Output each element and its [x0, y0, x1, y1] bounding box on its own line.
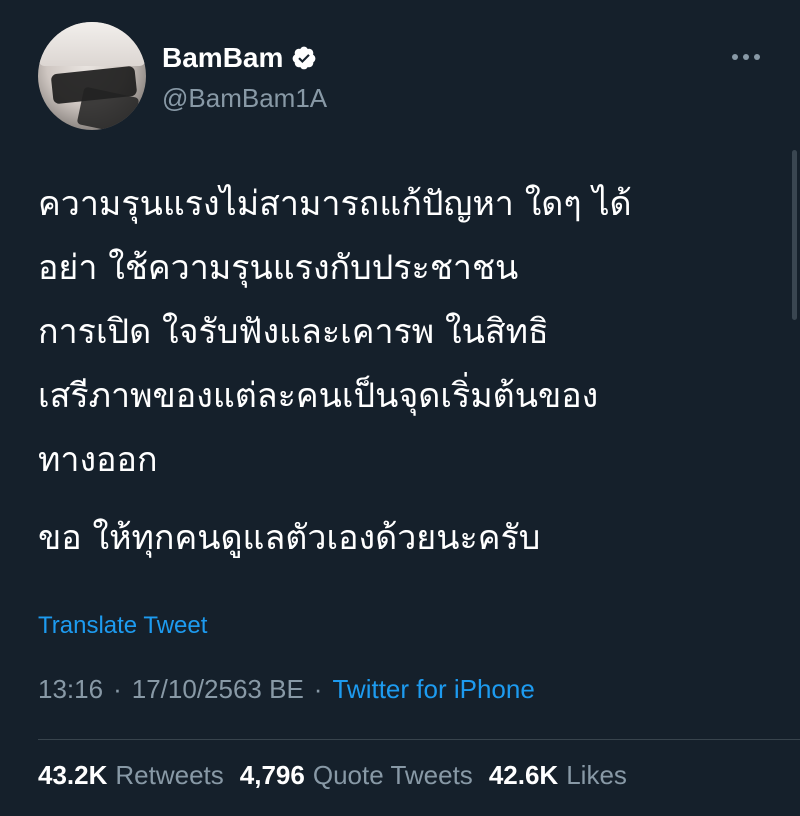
- more-options-icon[interactable]: [724, 44, 768, 70]
- display-name[interactable]: BamBam: [162, 40, 283, 76]
- tweet-line: ความรุนแรงไม่สามารถแก้ปัญหา ใดๆ ได้: [38, 184, 632, 224]
- engagement-stats: 43.2K Retweets 4,796 Quote Tweets 42.6K …: [38, 760, 627, 791]
- tweet-line: การเปิด ใจรับฟังและเคารพ ในสิทธิ: [38, 312, 549, 352]
- scrollbar[interactable]: [792, 150, 797, 320]
- quote-tweets-label: Quote Tweets: [312, 760, 473, 790]
- author-name-row[interactable]: BamBam: [162, 40, 317, 76]
- tweet-line: อย่า ใช้ความรุนแรงกับประชาชน: [38, 248, 519, 288]
- tweet-closing-line: ขอ ให้ทุกคนดูแลตัวเองด้วยนะครับ: [38, 518, 541, 558]
- tweet-text: ความรุนแรงไม่สามารถแก้ปัญหา ใดๆ ได้ อย่า…: [38, 172, 778, 570]
- tweet-line: ทางออก: [38, 440, 158, 480]
- quote-tweets-count: 4,796: [239, 760, 305, 790]
- separator: ·: [313, 674, 323, 704]
- divider: [38, 739, 800, 740]
- likes-count: 42.6K: [488, 760, 559, 790]
- retweets-stat[interactable]: 43.2K Retweets: [38, 760, 224, 791]
- translate-tweet-link[interactable]: Translate Tweet: [38, 612, 207, 640]
- quote-tweets-stat[interactable]: 4,796 Quote Tweets: [240, 760, 473, 791]
- tweet-line: เสรีภาพของแต่ละคนเป็นจุดเริ่มต้นของ: [38, 376, 599, 416]
- dot: [754, 54, 760, 60]
- tweet-source-link[interactable]: Twitter for iPhone: [332, 674, 534, 705]
- avatar-hair: [38, 22, 146, 66]
- tweet-detail-page: BamBam @BamBam1A ความรุนแรงไม่สามารถแก้ป…: [0, 0, 800, 816]
- tweet-time[interactable]: 13:16: [38, 674, 103, 705]
- verified-badge-icon: [293, 46, 316, 70]
- author-handle[interactable]: @BamBam1A: [162, 82, 327, 114]
- dot: [732, 54, 738, 60]
- likes-label: Likes: [566, 760, 627, 790]
- dot: [743, 54, 749, 60]
- retweets-count: 43.2K: [38, 760, 108, 790]
- tweet-date[interactable]: 17/10/2563 BE: [132, 674, 304, 705]
- retweets-label: Retweets: [115, 760, 224, 790]
- avatar[interactable]: [38, 22, 146, 130]
- separator: ·: [113, 674, 122, 704]
- tweet-metadata: 13:16 · 17/10/2563 BE · Twitter for iPho…: [38, 674, 535, 705]
- likes-stat[interactable]: 42.6K Likes: [489, 760, 627, 791]
